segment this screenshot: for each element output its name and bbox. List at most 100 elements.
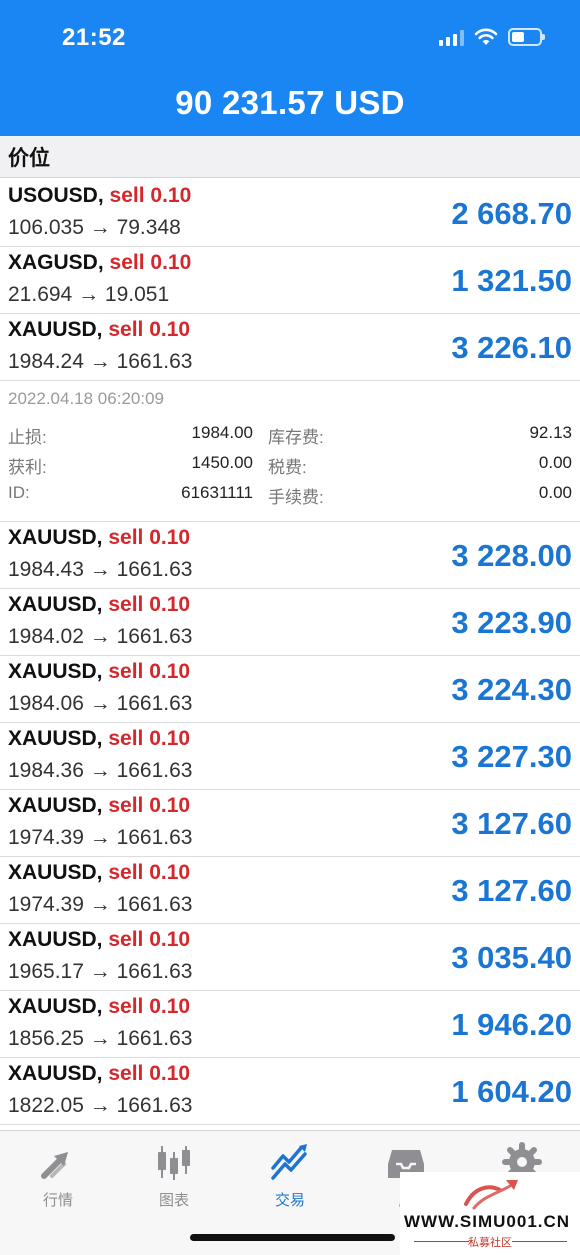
position-symbol: XAUUSD, [8,928,103,951]
watermark-logo-icon [464,1180,518,1210]
position-prices: 106.035 → 79.348 [8,216,181,239]
battery-icon [508,28,545,46]
position-profit: 1 604.20 [451,1074,572,1109]
position-row[interactable]: XAUUSD, sell 0.10 1984.06 → 1661.63 3 224.… [0,656,580,723]
position-row[interactable]: XAUUSD, sell 0.10 1984.36 → 1661.63 3 227.… [0,723,580,790]
position-row[interactable]: XAUUSD, sell 0.10 1856.25 → 1661.63 1 946.… [0,991,580,1058]
position-profit: 3 127.60 [451,873,572,908]
position-profit: 3 224.30 [451,672,572,707]
position-header: XAUUSD, sell 0.10 [8,318,190,342]
position-header: XAUUSD, sell 0.10 [8,526,190,550]
position-symbol: XAUUSD, [8,1062,103,1085]
position-prices: 1965.17 → 1661.63 [8,960,193,983]
position-side: sell 0.10 [109,184,192,207]
position-symbol: XAUUSD, [8,660,103,683]
positions-top: USOUSD, sell 0.10 106.035 → 79.348 2 668.7… [0,180,580,381]
tab-trade[interactable]: 交易 [232,1139,348,1210]
candlestick-chart-icon [158,1146,190,1180]
tab-chart[interactable]: 图表 [116,1139,232,1210]
position-prices: 21.694 → 19.051 [8,283,170,306]
position-side: sell 0.10 [108,660,191,683]
swap-value: 92.13 [529,423,572,442]
home-indicator [190,1234,395,1241]
tab-label-quotes: 行情 [42,1192,73,1209]
position-row[interactable]: XAUUSD, sell 0.10 1984.43 → 1661.63 3 228.… [0,522,580,589]
position-row[interactable]: XAUUSD, sell 0.10 1974.39 → 1661.63 3 127.… [0,790,580,857]
position-side: sell 0.10 [108,526,191,549]
position-header: XAUUSD, sell 0.10 [8,1062,190,1086]
position-detail[interactable]: 2022.04.18 06:20:09 止损: 1984.00 库存费: 92.… [0,381,580,522]
position-symbol: XAUUSD, [8,995,103,1018]
commission-value: 0.00 [538,483,572,502]
cellular-signal-icon [439,30,464,46]
position-side: sell 0.10 [108,861,191,884]
tab-label-chart: 图表 [158,1192,189,1209]
position-prices: 1974.39 → 1661.63 [8,893,193,916]
position-profit: 3 226.10 [451,330,572,365]
position-profit: 3 035.40 [451,940,572,975]
position-row[interactable]: USOUSD, sell 0.10 106.035 → 79.348 2 668.7… [0,180,580,247]
position-row[interactable]: XAUUSD, sell 0.10 1984.24 → 1661.63 3 226.… [0,314,580,381]
position-header: USOUSD, sell 0.10 [8,184,191,208]
positions-bottom: XAUUSD, sell 0.10 1984.43 → 1661.63 3 228.… [0,522,580,1125]
position-row[interactable]: XAGUSD, sell 0.10 21.694 → 19.051 1 321.50 [0,247,580,314]
section-header: 价位 [0,136,580,178]
tax-value: 0.00 [538,453,572,472]
position-symbol: XAUUSD, [8,593,103,616]
position-symbol: XAUUSD, [8,318,103,341]
position-side: sell 0.10 [108,318,191,341]
swap-label: 库存费: [268,428,324,447]
position-symbol: USOUSD, [8,184,104,207]
watermark-url: WWW.SIMU001.CN [404,1212,571,1231]
position-row[interactable]: XAUUSD, sell 0.10 1822.05 → 1661.63 1 604.… [0,1058,580,1125]
position-side: sell 0.10 [109,251,192,274]
status-icons [439,28,545,46]
take-profit-value: 1450.00 [191,453,253,472]
position-symbol: XAUUSD, [8,727,103,750]
tab-quotes[interactable]: 行情 [0,1139,116,1210]
position-profit: 3 227.30 [451,739,572,774]
positions-list: USOUSD, sell 0.10 106.035 → 79.348 2 668.7… [0,180,580,1125]
position-profit: 3 228.00 [451,538,572,573]
position-symbol: XAUUSD, [8,526,103,549]
position-header: XAGUSD, sell 0.10 [8,251,191,275]
tax-label: 税费: [268,458,307,477]
position-prices: 1984.36 → 1661.63 [8,759,193,782]
position-profit: 3 223.90 [451,605,572,640]
position-prices: 1856.25 → 1661.63 [8,1027,193,1050]
position-prices: 1984.06 → 1661.63 [8,692,193,715]
position-profit: 2 668.70 [451,196,572,231]
trade-trend-icon [271,1144,307,1180]
position-side: sell 0.10 [108,995,191,1018]
position-prices: 1984.43 → 1661.63 [8,558,193,581]
account-balance: 90 231.57 USD [175,84,405,121]
position-row[interactable]: XAUUSD, sell 0.10 1984.02 → 1661.63 3 223.… [0,589,580,656]
position-row[interactable]: XAUUSD, sell 0.10 1965.17 → 1661.63 3 035.… [0,924,580,991]
position-symbol: XAGUSD, [8,251,104,274]
stop-loss-value: 1984.00 [191,423,253,442]
position-side: sell 0.10 [108,727,191,750]
commission-label: 手续费: [268,488,324,507]
status-time: 21:52 [62,24,126,51]
position-side: sell 0.10 [108,593,191,616]
site-watermark: WWW.SIMU001.CN 私募社区 [400,1172,580,1255]
position-prices: 1974.39 → 1661.63 [8,826,193,849]
position-profit: 1 946.20 [451,1007,572,1042]
stop-loss-label: 止损: [8,428,47,447]
position-header: XAUUSD, sell 0.10 [8,995,190,1019]
position-side: sell 0.10 [108,928,191,951]
order-id-value: 61631111 [181,483,253,502]
order-id-label: ID: [8,483,30,502]
section-title: 价位 [8,147,50,170]
position-header: XAUUSD, sell 0.10 [8,593,190,617]
position-prices: 1984.02 → 1661.63 [8,625,193,648]
position-profit: 3 127.60 [451,806,572,841]
position-row[interactable]: XAUUSD, sell 0.10 1974.39 → 1661.63 3 127.… [0,857,580,924]
open-datetime: 2022.04.18 06:20:09 [8,389,164,408]
position-symbol: XAUUSD, [8,861,103,884]
account-header: 21:52 90 231.57 USD [0,0,580,136]
quotes-arrows-icon [41,1152,68,1179]
wifi-icon [474,28,498,45]
position-prices: 1822.05 → 1661.63 [8,1094,193,1117]
position-side: sell 0.10 [108,1062,191,1085]
